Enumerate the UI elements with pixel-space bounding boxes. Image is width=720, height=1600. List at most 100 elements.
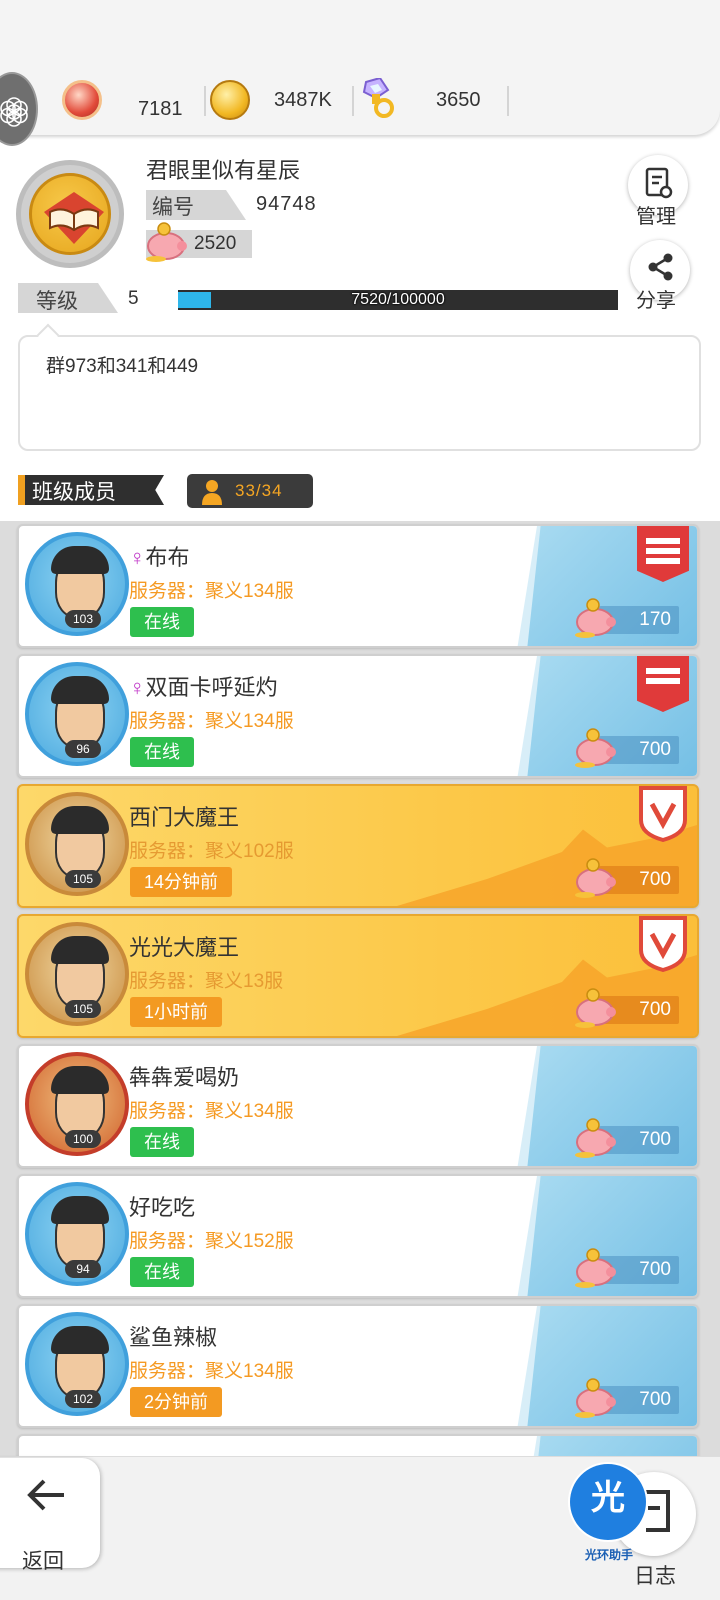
member-level: 94 xyxy=(65,1260,101,1278)
member-level: 100 xyxy=(65,1130,101,1148)
member-points: 700 xyxy=(639,1259,671,1280)
member-status: 14分钟前 xyxy=(130,867,233,897)
member-card[interactable]: 100 犇犇爱喝奶服务器：聚义134服在线 700 xyxy=(17,1044,699,1168)
member-status: 在线 xyxy=(130,737,194,767)
currency-item-crystal[interactable] xyxy=(358,78,398,120)
piggy-bank-icon xyxy=(575,728,616,768)
currency-value-gold: 3487K xyxy=(274,89,332,111)
member-avatar[interactable]: 100 xyxy=(25,1052,129,1156)
member-avatar[interactable]: 105 xyxy=(25,922,129,1026)
currency-value-gem: 7181 xyxy=(138,97,183,120)
member-card[interactable]: 96 ♀双面卡呼延灼 服务器：聚义134服 在线 700 xyxy=(17,654,699,778)
member-points: 700 xyxy=(639,1129,671,1150)
back-arrow-icon xyxy=(27,1479,64,1511)
divider xyxy=(352,86,354,116)
member-server: 服务器：聚义134服 xyxy=(129,1361,294,1382)
member-card[interactable]: 102 鲨鱼辣椒 服务器：聚义134服 2分钟前 700 xyxy=(17,1304,699,1428)
member-name-row: 光光大魔王 xyxy=(129,930,239,962)
back-label: 返回 xyxy=(22,1550,64,1573)
rank-shield-icon xyxy=(637,916,689,973)
open-book-icon xyxy=(44,192,104,244)
piggy-bank-icon xyxy=(575,858,616,898)
member-avatar[interactable]: 105 xyxy=(25,792,129,896)
member-avatar[interactable]: 94 xyxy=(25,1182,129,1286)
rank-banner-3-icon xyxy=(637,526,689,582)
member-status: 在线 xyxy=(130,1127,194,1157)
member-name: 双面卡呼延灼 xyxy=(145,675,278,700)
crystal-pacifier-icon xyxy=(362,78,394,118)
class-notice[interactable]: 群973和341和449 xyxy=(18,323,701,451)
member-name-row: ♀布布 xyxy=(129,540,190,572)
member-name: 鲨鱼辣椒 xyxy=(129,1325,218,1350)
piggy-bank-icon xyxy=(575,1378,616,1418)
member-points: 700 xyxy=(639,869,671,890)
member-name: 西门大魔王 xyxy=(129,805,240,830)
member-server: 服务器：聚义102服 xyxy=(129,841,294,862)
level-value: 5 xyxy=(128,288,139,309)
member-server: 服务器：聚义152服 xyxy=(129,1231,294,1252)
member-count-badge: 33/34 xyxy=(187,474,313,508)
xp-progress-text: 7520/100000 xyxy=(351,291,445,308)
gold-coin-icon xyxy=(210,80,250,120)
currency-value-crystal: 3650 xyxy=(436,89,481,111)
member-server: 服务器：聚义134服 xyxy=(129,581,294,602)
manage-document-icon xyxy=(645,167,673,199)
share-label: 分享 xyxy=(636,290,676,312)
piggy-bank-icon xyxy=(146,222,187,262)
member-name: 好吃吃 xyxy=(129,1195,196,1220)
divider xyxy=(204,86,206,116)
member-level: 103 xyxy=(65,610,101,628)
member-points: 700 xyxy=(639,999,671,1020)
share-icon xyxy=(648,253,673,281)
halo-helper-label: 光环助手 xyxy=(584,1548,633,1562)
member-name-row: 犇犇爱喝奶 xyxy=(129,1060,239,1092)
person-icon xyxy=(202,480,222,505)
currency-item-gem[interactable] xyxy=(62,80,102,120)
member-server: 服务器：聚义13服 xyxy=(129,971,284,992)
member-avatar[interactable]: 102 xyxy=(25,1312,129,1416)
piggy-bank-icon xyxy=(575,1118,616,1158)
member-status: 在线 xyxy=(130,1257,194,1287)
member-card[interactable]: 105 光光大魔王服务器：聚义13服 1小时前 700 xyxy=(17,914,699,1038)
member-card[interactable]: 105 西门大魔王服务器：聚义102服 14分钟前 700 xyxy=(17,784,699,908)
divider xyxy=(507,86,509,116)
member-level: 105 xyxy=(65,1000,101,1018)
member-avatar[interactable]: 103 xyxy=(25,532,129,636)
piggy-bank-icon xyxy=(575,988,616,1028)
class-avatar[interactable] xyxy=(16,160,124,268)
rank-banner-2-icon xyxy=(637,656,689,712)
currency-item-gold[interactable] xyxy=(210,80,250,120)
red-gem-coin-icon xyxy=(62,80,102,120)
rank-shield-icon xyxy=(637,786,689,843)
member-name-row: 好吃吃 xyxy=(129,1190,195,1222)
log-label: 日志 xyxy=(634,1565,676,1588)
class-notice-text: 群973和341和449 xyxy=(46,356,199,377)
xp-progress-bar: 7520/100000 xyxy=(178,290,618,310)
member-name: 光光大魔王 xyxy=(129,935,240,960)
member-card[interactable]: 103 ♀布布 服务器：聚义134服 在线 170 xyxy=(17,524,699,648)
section-title: 班级成员 xyxy=(32,481,116,504)
piggy-bank-icon xyxy=(575,1248,616,1288)
halo-helper-glyph: 光 xyxy=(591,1479,625,1517)
member-name-row: 西门大魔王 xyxy=(129,800,239,832)
member-avatar[interactable]: 96 xyxy=(25,662,129,766)
member-list[interactable]: 103 ♀布布 服务器：聚义134服 在线 170 96 ♀双面卡呼延灼 服务器：聚义134服… xyxy=(0,521,720,1600)
member-level: 102 xyxy=(65,1390,101,1408)
member-name: 布布 xyxy=(145,545,190,570)
member-level: 96 xyxy=(65,740,101,758)
member-count: 33/34 xyxy=(235,481,283,500)
member-name-row: ♀双面卡呼延灼 xyxy=(129,670,278,702)
member-status: 2分钟前 xyxy=(130,1387,223,1417)
halo-helper-floating-button[interactable]: 光 光环助手 xyxy=(570,1464,646,1562)
piggy-bank-value: 2520 xyxy=(194,233,237,254)
member-name: 犇犇爱喝奶 xyxy=(129,1065,240,1090)
member-card[interactable]: 94 好吃吃服务器：聚义152服在线 700 xyxy=(17,1174,699,1298)
member-server: 服务器：聚义134服 xyxy=(129,1101,294,1122)
id-value: 94748 xyxy=(256,193,317,215)
level-label: 等级 xyxy=(36,290,78,313)
member-points: 170 xyxy=(639,609,671,630)
member-status: 1小时前 xyxy=(130,997,223,1027)
female-icon: ♀ xyxy=(129,545,146,570)
piggy-bank-icon xyxy=(575,598,616,638)
member-level: 105 xyxy=(65,870,101,888)
